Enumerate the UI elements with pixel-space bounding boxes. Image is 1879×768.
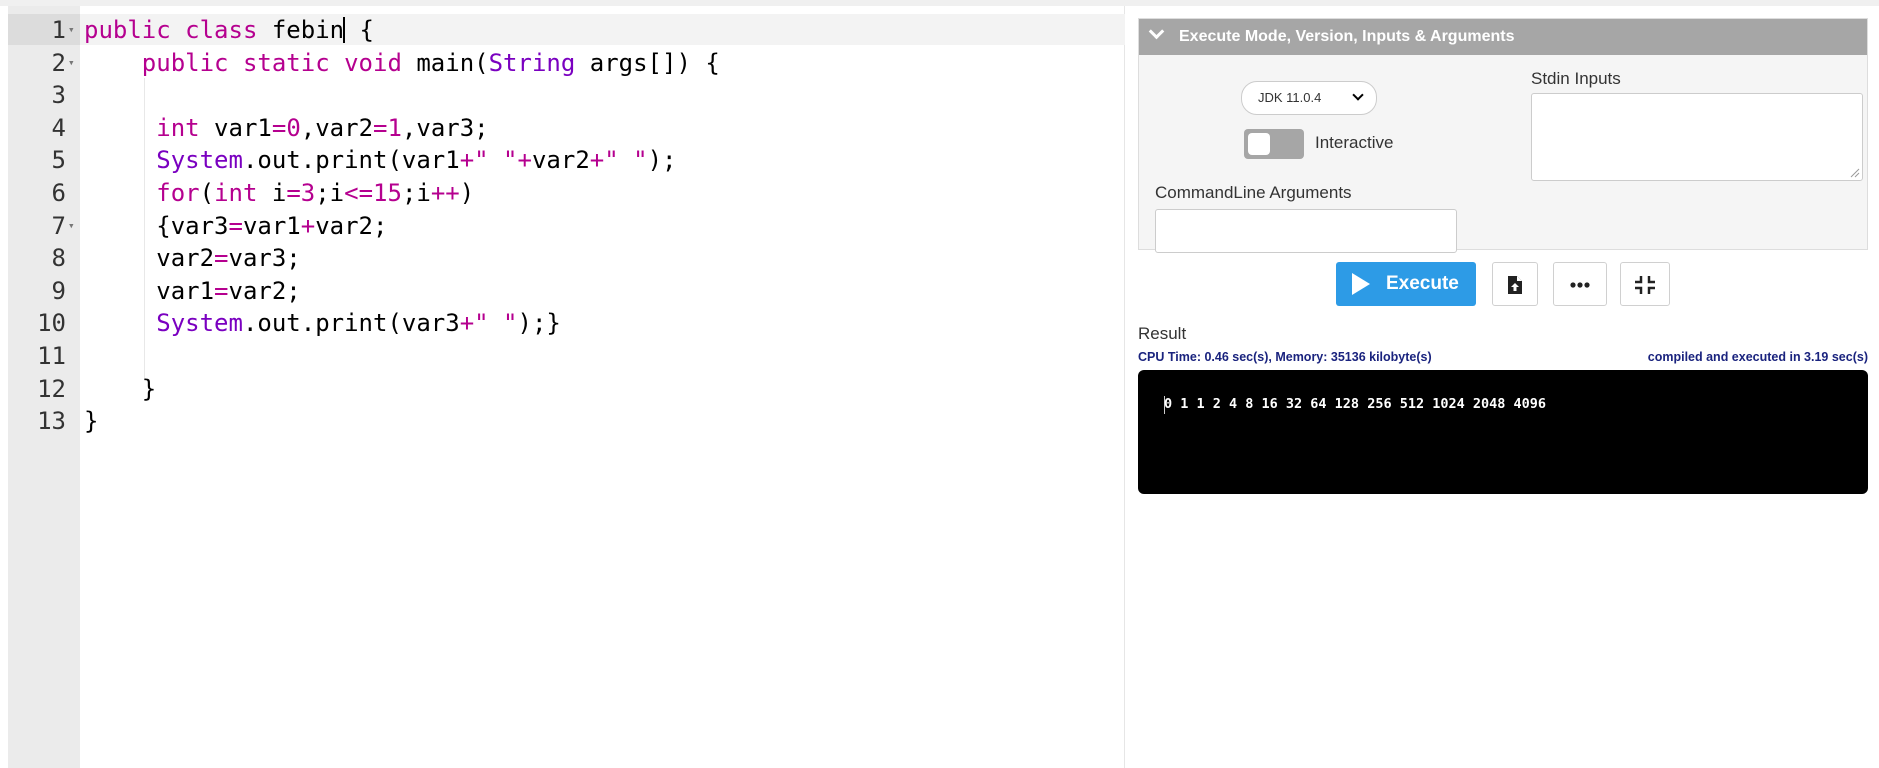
jdk-version-select[interactable]: JDK 11.0.4 [1241,81,1377,115]
cpu-memory-stats: CPU Time: 0.46 sec(s), Memory: 35136 kil… [1138,350,1432,364]
line-number: 12 [37,374,66,403]
compile-time-stats: compiled and executed in 3.19 sec(s) [1647,350,1868,364]
fold-arrow-icon[interactable]: ▾ [68,47,78,80]
execution-panel: Execute Mode, Version, Inputs & Argument… [1126,6,1879,768]
execute-label: Execute [1386,273,1459,294]
chevron-down-icon [1148,23,1165,40]
line-number: 5 [51,146,66,175]
collapse-button[interactable] [1620,262,1670,306]
fold-arrow-icon[interactable]: ▾ [68,210,78,243]
more-icon [1570,282,1590,288]
settings-header[interactable]: Execute Mode, Version, Inputs & Argument… [1139,19,1867,55]
text-cursor [343,17,346,43]
output-console[interactable]: 0 1 1 2 4 8 16 32 64 128 256 512 1024 20… [1138,370,1868,494]
page: 1 ▾ public class febin {2 ▾ public static v… [0,0,1879,768]
upload-file-button[interactable] [1492,262,1538,306]
code-editor[interactable]: 1 ▾ public class febin {2 ▾ public static v… [8,6,1125,768]
line-number: 8 [51,244,66,273]
execute-button[interactable]: Execute [1336,262,1476,306]
line-number: 9 [51,276,66,305]
interactive-label: Interactive [1315,133,1394,152]
settings-panel: Execute Mode, Version, Inputs & Argument… [1138,18,1868,253]
stdin-label: Stdin Inputs [1531,69,1621,88]
code-line[interactable]: {var3=var1+var2; [84,210,387,243]
line-number: 1 [51,16,66,44]
code-line[interactable]: int var1=0,var2=1,var3; [84,112,488,145]
result-label: Result [1138,324,1187,343]
code-line[interactable]: public class febin { [84,14,374,47]
line-number: 11 [37,342,66,370]
interactive-toggle[interactable] [1244,129,1304,159]
collapse-icon [1635,276,1655,294]
settings-header-label: Execute Mode, Version, Inputs & Argument… [1179,28,1515,45]
jdk-version-value: JDK 11.0.4 [1258,90,1322,105]
line-number: 6 [51,179,66,207]
code-line[interactable]: } [84,373,156,406]
output-text: 0 1 1 2 4 8 16 32 64 128 256 512 1024 20… [1164,396,1547,412]
more-options-button[interactable] [1553,262,1607,306]
stdin-textarea[interactable] [1531,93,1863,181]
code-line[interactable]: public static void main(String args[]) { [84,47,720,80]
commandline-input[interactable] [1155,209,1457,253]
chevron-down-icon [1352,89,1364,101]
play-icon [1352,273,1370,295]
line-number: 3 [51,81,66,110]
code-line[interactable]: System.out.print(var3+" ");} [84,307,561,340]
code-line[interactable]: var1=var2; [84,275,301,308]
file-upload-icon [1508,276,1522,294]
line-number: 4 [51,113,66,142]
line-number: 13 [37,407,66,436]
commandline-label: CommandLine Arguments [1155,183,1352,202]
line-number: 7 [51,211,66,240]
resize-grip-icon[interactable] [1850,168,1860,178]
code-line[interactable]: } [84,405,98,438]
line-number: 10 [37,309,66,338]
code-line[interactable]: for(int i=3;i<=15;i++) [84,177,474,210]
toggle-knob [1248,133,1270,155]
code-line[interactable]: var2=var3; [84,242,301,275]
line-number: 2 [51,48,66,77]
code-line[interactable]: System.out.print(var1+" "+var2+" "); [84,144,676,177]
fold-arrow-icon[interactable]: ▾ [68,14,78,47]
